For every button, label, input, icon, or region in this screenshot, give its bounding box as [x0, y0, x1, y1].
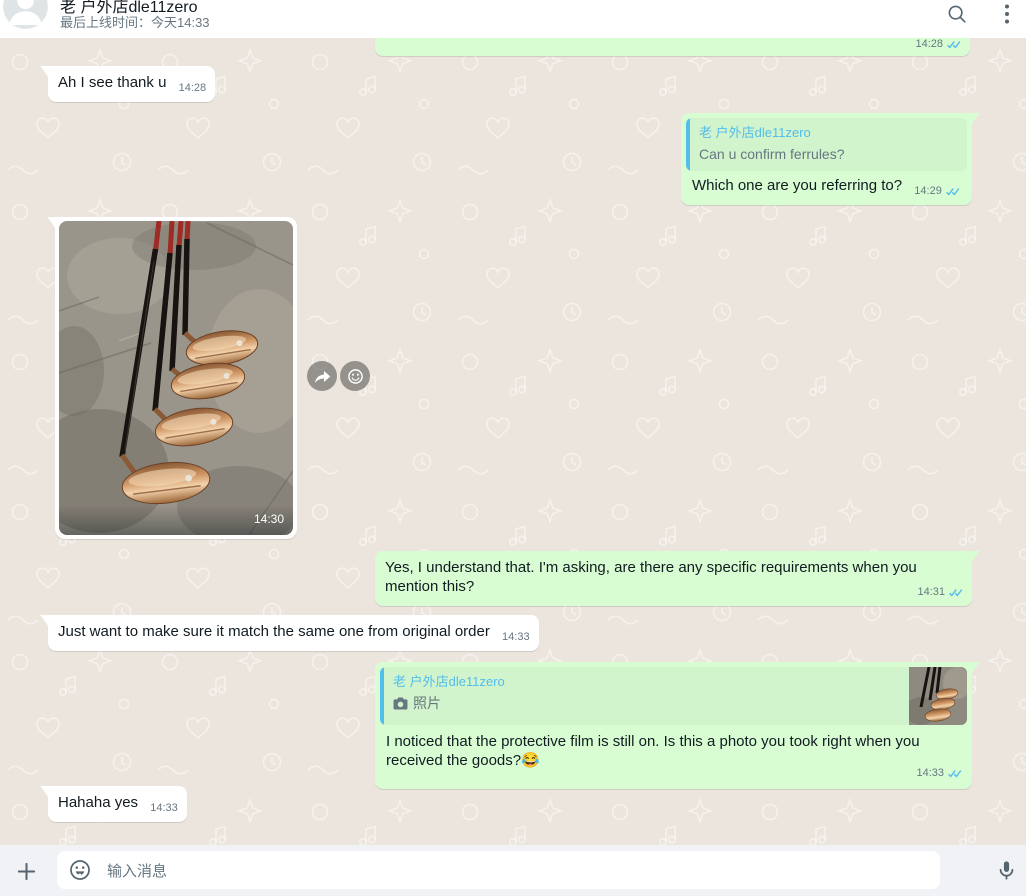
camera-icon: [393, 697, 408, 710]
voice-message-button[interactable]: [993, 857, 1019, 883]
quote-author: 老 户外店dle11zero: [393, 672, 900, 691]
read-receipt-icon: [945, 186, 961, 197]
message-incoming[interactable]: Hahaha yes 14:33: [48, 786, 187, 822]
message-time: 14:29: [914, 182, 942, 201]
whatsapp-chat-window: 老 户外店dle11zero 最后上线时间：今天14:33 14:28: [0, 0, 1026, 896]
quote-author: 老 户外店dle11zero: [699, 123, 958, 142]
message-outgoing-clipped[interactable]: 14:28: [375, 38, 970, 56]
composer-bar: [0, 845, 1026, 896]
message-list: 14:28 Ah I see thank u 14:28: [0, 0, 1026, 896]
search-icon: [946, 3, 968, 25]
mic-icon: [995, 859, 1018, 882]
menu-button[interactable]: [994, 1, 1020, 27]
search-button[interactable]: [944, 1, 970, 27]
message-outgoing-with-photo-quote[interactable]: 老 户外店dle11zero 照片: [375, 662, 972, 789]
message-text: Ah I see thank u: [58, 74, 166, 91]
bubble-tail: [972, 113, 980, 126]
forward-icon: [313, 368, 332, 385]
quoted-photo-message[interactable]: 老 户外店dle11zero 照片: [380, 667, 967, 725]
photo-time: 14:30: [254, 510, 284, 529]
message-outgoing[interactable]: Yes, I understand that. I'm asking, are …: [375, 551, 972, 606]
sticker-smiley-icon: [68, 858, 92, 882]
message-text: I noticed that the protective film is st…: [386, 733, 920, 769]
avatar[interactable]: [3, 0, 48, 29]
message-text: Hahaha yes: [58, 794, 138, 811]
message-hover-actions: [307, 361, 370, 391]
golf-clubs-photo: [59, 221, 293, 535]
smiley-icon: [347, 368, 364, 385]
kebab-menu-icon: [1004, 3, 1010, 25]
message-text: Yes, I understand that. I'm asking, are …: [385, 558, 963, 596]
message-text: Which one are you referring to?: [692, 177, 902, 194]
message-text: Just want to make sure it match the same…: [58, 623, 490, 640]
contact-last-seen: 最后上线时间：今天14:33: [60, 12, 210, 31]
message-time: 14:33: [502, 628, 530, 647]
message-time: 14:31: [917, 583, 945, 602]
bubble-tail: [972, 662, 980, 675]
default-avatar-icon: [3, 0, 48, 29]
message-incoming[interactable]: Just want to make sure it match the same…: [48, 615, 539, 651]
quoted-message[interactable]: 老 户外店dle11zero Can u confirm ferrules?: [686, 118, 967, 171]
chat-header: 老 户外店dle11zero 最后上线时间：今天14:33: [0, 0, 1026, 38]
quote-photo-thumbnail: [909, 667, 967, 725]
bubble-tail: [40, 615, 48, 628]
bubble-tail: [47, 217, 55, 230]
message-time: 14:33: [150, 799, 178, 818]
sticker-button[interactable]: [68, 858, 92, 882]
read-receipt-icon: [947, 768, 963, 779]
quote-photo-label: 照片: [413, 694, 441, 713]
bubble-tail: [40, 66, 48, 79]
read-receipt-icon: [948, 587, 964, 598]
message-incoming-photo[interactable]: 14:30: [55, 217, 297, 539]
attach-button[interactable]: [13, 858, 39, 884]
quote-text: Can u confirm ferrules?: [699, 145, 845, 164]
message-time: 14:28: [179, 79, 207, 98]
photo-image[interactable]: 14:30: [59, 221, 293, 535]
message-input-container: [57, 851, 940, 889]
golf-clubs-thumbnail: [909, 667, 967, 725]
bubble-tail: [40, 786, 48, 799]
react-button[interactable]: [340, 361, 370, 391]
bubble-tail: [972, 551, 980, 564]
read-receipt-icon: [946, 39, 962, 50]
forward-button[interactable]: [307, 361, 337, 391]
message-time: 14:33: [916, 764, 944, 783]
message-input[interactable]: [105, 851, 849, 891]
plus-icon: [15, 860, 38, 883]
message-outgoing-with-quote[interactable]: 老 户外店dle11zero Can u confirm ferrules? W…: [681, 113, 972, 205]
message-incoming[interactable]: Ah I see thank u 14:28: [48, 66, 215, 102]
